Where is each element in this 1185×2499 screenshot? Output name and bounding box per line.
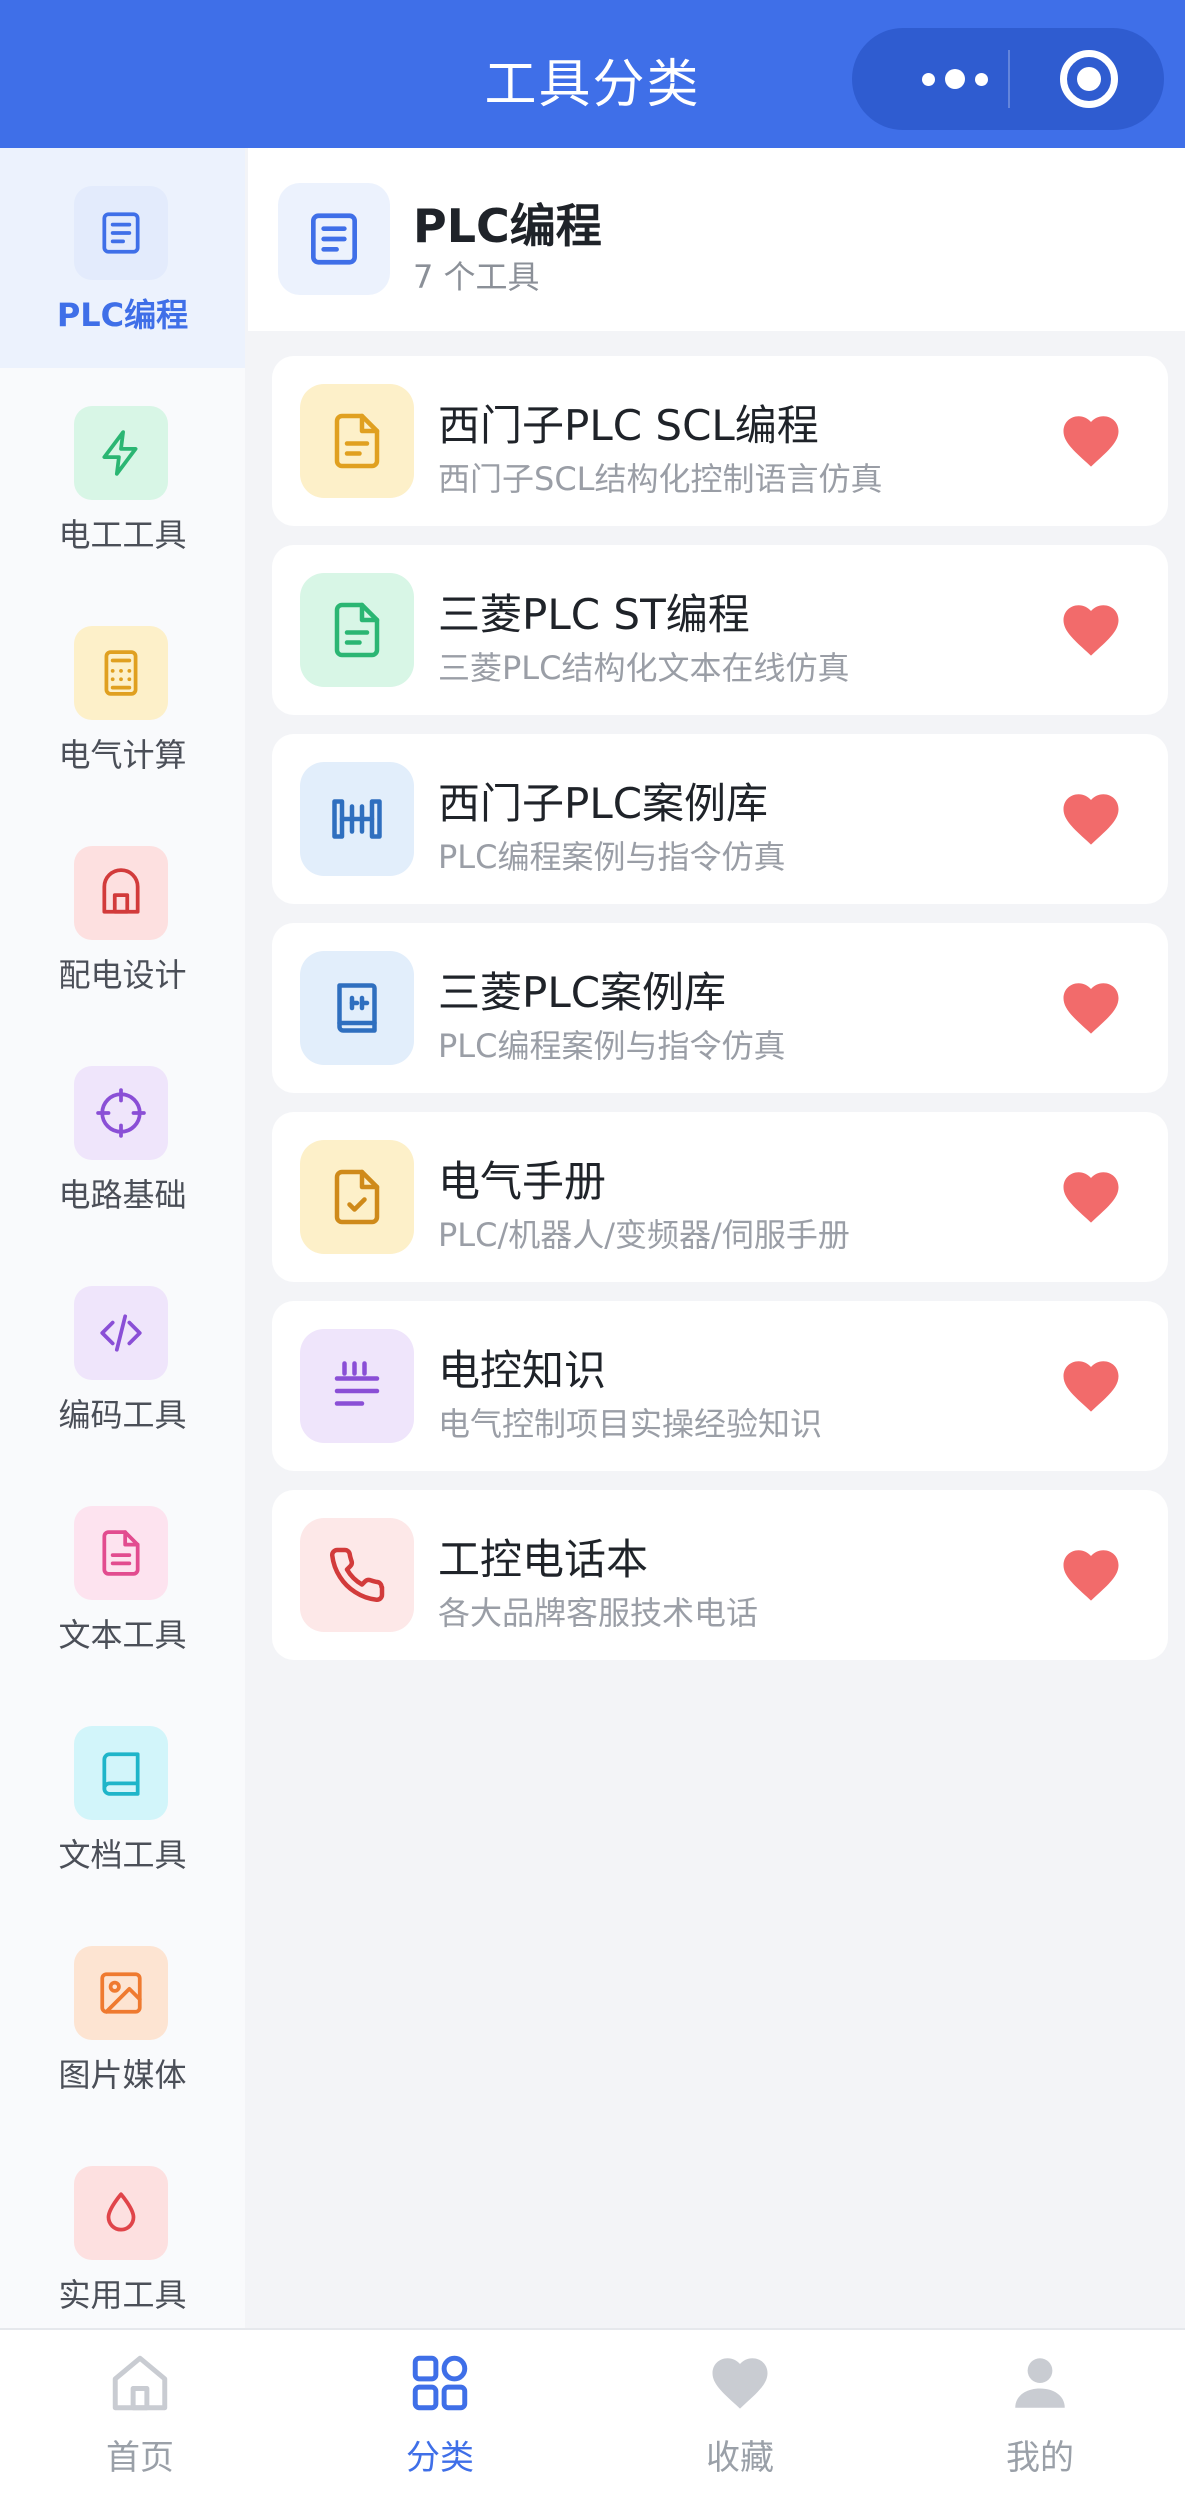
sidebar-item-label: 实用工具 bbox=[58, 2276, 187, 2314]
sidebar-item-text-tools[interactable]: 文本工具 bbox=[0, 1468, 245, 1688]
close-target-icon[interactable] bbox=[1060, 50, 1118, 108]
document-icon bbox=[278, 183, 390, 295]
tool-card-phonebook[interactable]: 工控电话本 各大品牌客服技术电话 bbox=[272, 1490, 1168, 1660]
heart-icon bbox=[707, 2350, 773, 2416]
tab-label: 我的 bbox=[1006, 2438, 1074, 2478]
lightning-icon bbox=[74, 406, 168, 500]
mini-program-capsule bbox=[852, 28, 1164, 130]
image-icon bbox=[74, 1946, 168, 2040]
sidebar-item-distribution-design[interactable]: 配电设计 bbox=[0, 808, 245, 1028]
tool-description: 西门子SCL结构化控制语言仿真 bbox=[438, 460, 883, 498]
sidebar-item-circuit-basics[interactable]: 电路基础 bbox=[0, 1028, 245, 1248]
lines-icon bbox=[300, 1329, 414, 1443]
droplet-icon bbox=[74, 2166, 168, 2260]
home-icon bbox=[107, 2350, 173, 2416]
building-icon bbox=[74, 846, 168, 940]
tool-card-control-knowledge[interactable]: 电控知识 电气控制项目实操经验知识 bbox=[272, 1301, 1168, 1471]
tool-card-siemens-cases[interactable]: 西门子PLC案例库 PLC编程案例与指令仿真 bbox=[272, 734, 1168, 904]
favorite-heart-icon[interactable] bbox=[1058, 1353, 1124, 1419]
book-ladder-icon bbox=[300, 951, 414, 1065]
tool-title: 电控知识 bbox=[438, 1346, 607, 1395]
tab-label: 分类 bbox=[406, 2438, 474, 2478]
tool-description: 各大品牌客服技术电话 bbox=[438, 1594, 759, 1632]
calculator-icon bbox=[74, 626, 168, 720]
tab-label: 收藏 bbox=[706, 2438, 774, 2478]
dot-icon bbox=[945, 69, 965, 89]
category-sidebar: PLC编程 电工工具 电气计算 配电设计 电路基础 编码工具 文本工具 文档工具… bbox=[0, 148, 245, 2328]
sidebar-item-utility-tools[interactable]: 实用工具 bbox=[0, 2128, 245, 2328]
sidebar-item-label: 文本工具 bbox=[58, 1616, 187, 1654]
phone-icon bbox=[300, 1518, 414, 1632]
file-icon bbox=[300, 384, 414, 498]
sidebar-item-encoding-tools[interactable]: 编码工具 bbox=[0, 1248, 245, 1468]
favorite-heart-icon[interactable] bbox=[1058, 786, 1124, 852]
file-check-icon bbox=[300, 1140, 414, 1254]
tool-title: 三菱PLC ST编程 bbox=[438, 590, 750, 639]
sidebar-item-plc[interactable]: PLC编程 bbox=[0, 148, 245, 368]
sidebar-item-label: 配电设计 bbox=[58, 956, 187, 994]
tool-title: 西门子PLC SCL编程 bbox=[438, 401, 819, 450]
tab-category[interactable]: 分类 bbox=[350, 2330, 530, 2499]
document-icon bbox=[74, 186, 168, 280]
file-text-icon bbox=[74, 1506, 168, 1600]
sidebar-item-doc-tools[interactable]: 文档工具 bbox=[0, 1688, 245, 1908]
tool-title: 三菱PLC案例库 bbox=[438, 968, 727, 1017]
more-menu-button[interactable] bbox=[900, 28, 1010, 130]
sidebar-item-image-media[interactable]: 图片媒体 bbox=[0, 1908, 245, 2128]
sidebar-item-label: 电气计算 bbox=[58, 736, 187, 774]
sidebar-item-label: 电工工具 bbox=[58, 516, 187, 554]
bottom-tab-bar: 首页 分类 收藏 我的 bbox=[0, 2328, 1185, 2499]
grid-icon bbox=[407, 2350, 473, 2416]
tool-title: 工控电话本 bbox=[438, 1535, 649, 1584]
capsule-divider bbox=[1008, 50, 1010, 108]
dot-icon bbox=[975, 72, 988, 86]
sidebar-item-label: 图片媒体 bbox=[58, 2056, 187, 2094]
tool-description: 三菱PLC结构化文本在线仿真 bbox=[438, 649, 850, 687]
tool-description: PLC编程案例与指令仿真 bbox=[438, 1027, 786, 1065]
tab-home[interactable]: 首页 bbox=[50, 2330, 230, 2499]
tool-card-mitsubishi-cases[interactable]: 三菱PLC案例库 PLC编程案例与指令仿真 bbox=[272, 923, 1168, 1093]
book-icon bbox=[74, 1726, 168, 1820]
sidebar-item-electrician-tools[interactable]: 电工工具 bbox=[0, 368, 245, 588]
tool-card-mitsubishi-st[interactable]: 三菱PLC ST编程 三菱PLC结构化文本在线仿真 bbox=[272, 545, 1168, 715]
tool-description: PLC编程案例与指令仿真 bbox=[438, 838, 786, 876]
category-header: PLC编程 7 个工具 bbox=[248, 148, 1185, 331]
tool-description: 电气控制项目实操经验知识 bbox=[438, 1405, 823, 1443]
sidebar-item-label: 编码工具 bbox=[58, 1396, 187, 1434]
favorite-heart-icon[interactable] bbox=[1058, 408, 1124, 474]
tab-label: 首页 bbox=[106, 2438, 174, 2478]
tool-count: 7 个工具 bbox=[413, 258, 540, 296]
crosshair-icon bbox=[74, 1066, 168, 1160]
favorite-heart-icon[interactable] bbox=[1058, 597, 1124, 663]
user-icon bbox=[1007, 2350, 1073, 2416]
tool-title: 电气手册 bbox=[438, 1157, 607, 1206]
sidebar-item-label: 电路基础 bbox=[58, 1176, 187, 1214]
code-icon bbox=[74, 1286, 168, 1380]
sidebar-item-label: PLC编程 bbox=[56, 296, 189, 334]
navigation-bar: 工具分类 bbox=[0, 0, 1185, 148]
favorite-heart-icon[interactable] bbox=[1058, 1164, 1124, 1230]
tool-card-electrical-manual[interactable]: 电气手册 PLC/机器人/变频器/伺服手册 bbox=[272, 1112, 1168, 1282]
dot-icon bbox=[922, 72, 935, 86]
tool-description: PLC/机器人/变频器/伺服手册 bbox=[438, 1216, 850, 1254]
sidebar-item-label: 文档工具 bbox=[58, 1836, 187, 1874]
tool-title: 西门子PLC案例库 bbox=[438, 779, 769, 828]
ladder-icon bbox=[300, 762, 414, 876]
file-icon bbox=[300, 573, 414, 687]
favorite-heart-icon[interactable] bbox=[1058, 975, 1124, 1041]
sidebar-item-electrical-calc[interactable]: 电气计算 bbox=[0, 588, 245, 808]
favorite-heart-icon[interactable] bbox=[1058, 1542, 1124, 1608]
category-title: PLC编程 bbox=[413, 199, 602, 253]
tab-profile[interactable]: 我的 bbox=[950, 2330, 1130, 2499]
tool-card-siemens-scl[interactable]: 西门子PLC SCL编程 西门子SCL结构化控制语言仿真 bbox=[272, 356, 1168, 526]
tab-favorites[interactable]: 收藏 bbox=[650, 2330, 830, 2499]
